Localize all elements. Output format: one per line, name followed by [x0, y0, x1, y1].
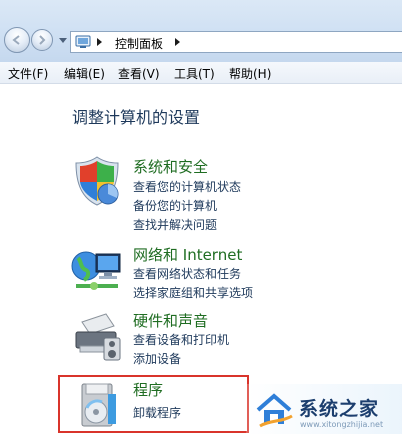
link-troubleshoot[interactable]: 查找并解决问题 [133, 216, 217, 233]
link-view-computer-status[interactable]: 查看您的计算机状态 [133, 178, 241, 195]
category-network-internet-title[interactable]: 网络和 Internet [133, 244, 242, 265]
link-devices-printers[interactable]: 查看设备和打印机 [133, 331, 229, 348]
menu-edit[interactable]: 编辑(E) [64, 65, 105, 82]
forward-button[interactable] [31, 29, 53, 51]
link-homegroup-sharing[interactable]: 选择家庭组和共享选项 [133, 284, 253, 301]
page-title: 调整计算机的设置 [72, 108, 201, 127]
breadcrumb-control-panel[interactable]: 控制面板 [115, 35, 163, 52]
watermark-house-icon [256, 393, 293, 428]
menu-tools[interactable]: 工具(T) [174, 65, 215, 82]
menu-view[interactable]: 查看(V) [118, 65, 160, 82]
programs-highlight-box [58, 375, 249, 433]
watermark-url: www.xitongzhijia.net [300, 420, 384, 429]
back-arrow-icon [12, 35, 20, 45]
back-button[interactable] [4, 27, 30, 53]
shield-icon[interactable] [70, 154, 124, 208]
menu-file[interactable]: 文件(F) [8, 65, 48, 82]
link-backup-computer[interactable]: 备份您的计算机 [133, 197, 217, 214]
watermark: 系统之家 www.xitongzhijia.net [246, 384, 402, 434]
category-hardware-sound-title[interactable]: 硬件和声音 [133, 310, 208, 331]
network-icon[interactable] [70, 242, 124, 296]
menu-bar: 文件(F) 编辑(E) 查看(V) 工具(T) 帮助(H) [0, 62, 402, 84]
category-system-security-title[interactable]: 系统和安全 [133, 156, 208, 177]
forward-arrow-icon [39, 35, 46, 45]
menu-help[interactable]: 帮助(H) [229, 65, 271, 82]
link-view-network-status[interactable]: 查看网络状态和任务 [133, 265, 241, 282]
breadcrumb-separator-icon[interactable] [97, 38, 102, 46]
recent-pages-dropdown-icon[interactable] [59, 38, 67, 43]
address-bar[interactable]: 控制面板 [70, 31, 402, 53]
breadcrumb-separator-icon[interactable] [175, 38, 180, 46]
printer-icon[interactable] [70, 308, 124, 362]
address-toolbar: 控制面板 [0, 0, 402, 63]
control-panel-icon [75, 35, 91, 48]
link-add-device[interactable]: 添加设备 [133, 350, 181, 367]
watermark-text: 系统之家 [299, 398, 380, 420]
